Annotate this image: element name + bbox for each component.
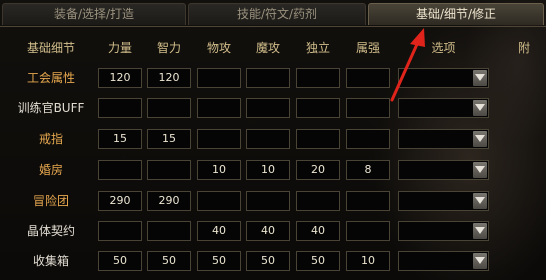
input-guild-magic-attack[interactable] (246, 68, 290, 88)
input-trainer-magic-attack[interactable] (246, 98, 290, 118)
row-label-trainer-buff: 训练官BUFF (17, 101, 85, 115)
input-wedding-physical-attack[interactable]: 10 (197, 160, 241, 180)
input-wedding-strength[interactable] (98, 160, 142, 180)
header-intelligence: 智力 (156, 41, 181, 55)
input-trainer-independent-attack[interactable] (296, 98, 340, 118)
input-wedding-element-strength[interactable]: 8 (346, 160, 390, 180)
input-collection-independent-attack[interactable]: 50 (296, 251, 340, 271)
input-collection-magic-attack[interactable]: 50 (246, 251, 290, 271)
guild-option-select[interactable] (398, 68, 489, 88)
ring-option-select[interactable] (398, 129, 489, 149)
input-guild-independent-attack[interactable] (296, 68, 340, 88)
row-label-wedding-room: 婚房 (38, 163, 63, 177)
input-guild-element-strength[interactable] (346, 68, 390, 88)
input-ring-intelligence[interactable]: 15 (147, 129, 191, 149)
chevron-down-icon[interactable] (473, 193, 487, 209)
input-adventure-strength[interactable]: 290 (98, 191, 142, 211)
input-crystal-intelligence[interactable] (147, 221, 191, 241)
input-wedding-intelligence[interactable] (147, 160, 191, 180)
chevron-down-icon[interactable] (473, 131, 487, 147)
input-ring-element-strength[interactable] (346, 129, 390, 149)
tab-basic-details[interactable]: 基础/细节/修正 (368, 3, 544, 25)
chevron-down-icon[interactable] (473, 70, 487, 86)
input-collection-physical-attack[interactable]: 50 (197, 251, 241, 271)
input-trainer-element-strength[interactable] (346, 98, 390, 118)
input-crystal-element-strength[interactable] (346, 221, 390, 241)
input-adventure-intelligence[interactable]: 290 (147, 191, 191, 211)
wedding-option-select[interactable] (398, 160, 489, 180)
input-wedding-magic-attack[interactable]: 10 (246, 160, 290, 180)
collection-option-select[interactable] (398, 251, 489, 271)
chevron-down-icon[interactable] (473, 162, 487, 178)
tab-divider (0, 26, 546, 27)
chevron-down-icon[interactable] (473, 100, 487, 116)
input-adventure-physical-attack[interactable] (197, 191, 241, 211)
input-adventure-independent-attack[interactable] (296, 191, 340, 211)
input-ring-magic-attack[interactable] (246, 129, 290, 149)
header-extra: 附 (518, 41, 531, 55)
input-ring-physical-attack[interactable] (197, 129, 241, 149)
input-collection-element-strength[interactable]: 10 (346, 251, 390, 271)
header-physical-attack: 物攻 (206, 41, 231, 55)
input-adventure-element-strength[interactable] (346, 191, 390, 211)
header-element-strength: 属强 (355, 41, 380, 55)
input-crystal-physical-attack[interactable]: 40 (197, 221, 241, 241)
input-crystal-strength[interactable] (98, 221, 142, 241)
input-trainer-intelligence[interactable] (147, 98, 191, 118)
chevron-down-icon[interactable] (473, 223, 487, 239)
header-basic-details: 基础细节 (26, 41, 75, 55)
row-label-adventure-team: 冒险团 (32, 194, 69, 208)
row-label-collection-box: 收集箱 (32, 254, 69, 268)
crystal-option-select[interactable] (398, 221, 489, 241)
trainer-option-select[interactable] (398, 98, 489, 118)
header-independent-attack: 独立 (305, 41, 330, 55)
input-trainer-physical-attack[interactable] (197, 98, 241, 118)
input-wedding-independent-attack[interactable]: 20 (296, 160, 340, 180)
chevron-down-icon[interactable] (473, 253, 487, 269)
input-crystal-magic-attack[interactable]: 40 (246, 221, 290, 241)
tab-skills[interactable]: 技能/符文/药剂 (188, 3, 366, 25)
header-magic-attack: 魔攻 (255, 41, 280, 55)
input-crystal-independent-attack[interactable]: 40 (296, 221, 340, 241)
input-collection-strength[interactable]: 50 (98, 251, 142, 271)
input-guild-strength[interactable]: 120 (98, 68, 142, 88)
row-label-ring: 戒指 (38, 132, 63, 146)
input-guild-physical-attack[interactable] (197, 68, 241, 88)
input-collection-intelligence[interactable]: 50 (147, 251, 191, 271)
input-adventure-magic-attack[interactable] (246, 191, 290, 211)
row-label-crystal-contract: 晶体契约 (26, 224, 75, 238)
tab-bar: 装备/选择/打造 技能/符文/药剂 基础/细节/修正 (0, 0, 546, 27)
input-ring-strength[interactable]: 15 (98, 129, 142, 149)
header-strength: 力量 (107, 41, 132, 55)
input-trainer-strength[interactable] (98, 98, 142, 118)
row-label-guild-attributes: 工会属性 (26, 71, 75, 85)
tab-equipment[interactable]: 装备/选择/打造 (2, 3, 186, 25)
header-options: 选项 (431, 41, 456, 55)
adventure-option-select[interactable] (398, 191, 489, 211)
input-ring-independent-attack[interactable] (296, 129, 340, 149)
input-guild-intelligence[interactable]: 120 (147, 68, 191, 88)
